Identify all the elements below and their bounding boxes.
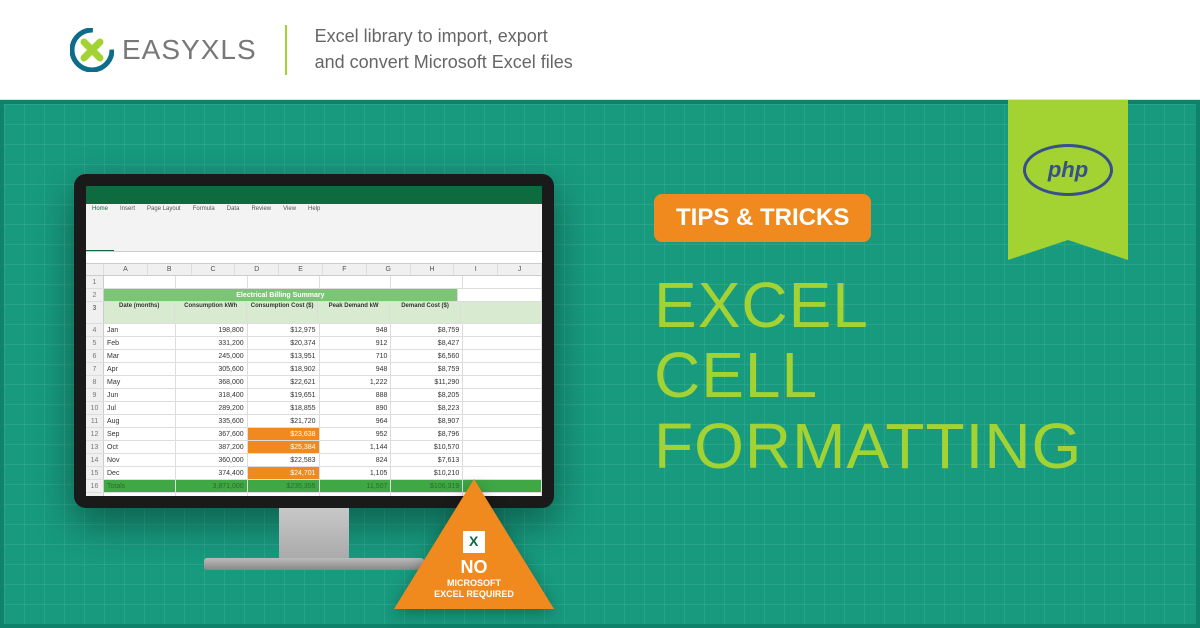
monitor-base — [204, 558, 424, 570]
excel-ribbon: HomeInsertPage LayoutFormulaDataReviewVi… — [86, 204, 542, 252]
badge-l3: EXCEL REQUIRED — [394, 589, 554, 600]
table-row: 9Jun318,400$19,651888$8,205 — [86, 389, 542, 402]
table-row: 5Feb331,200$20,374912$8,427 — [86, 337, 542, 350]
tagline: Excel library to import, export and conv… — [315, 24, 573, 74]
excel-titlebar — [86, 186, 542, 204]
php-logo: php — [1023, 144, 1113, 196]
header-divider — [285, 25, 287, 75]
table-row: 8May368,000$22,6211,222$11,290 — [86, 376, 542, 389]
table-row: 4Jan198,800$12,975948$8,759 — [86, 324, 542, 337]
table-row: 13Oct387,200$25,3841,144$10,570 — [86, 441, 542, 454]
badge-l2: MICROSOFT — [394, 578, 554, 589]
no-excel-badge: NO MICROSOFT EXCEL REQUIRED — [394, 479, 554, 619]
table-row: 1 — [86, 276, 542, 289]
tips-pill: TIPS & TRICKS — [654, 194, 871, 242]
table-row: 14Nov360,000$22,583824$7,613 — [86, 454, 542, 467]
logo-icon — [70, 28, 114, 72]
excel-tab: Data — [221, 204, 246, 251]
table-row: 6Mar245,000$13,951710$6,560 — [86, 350, 542, 363]
excel-screenshot: HomeInsertPage LayoutFormulaDataReviewVi… — [86, 186, 542, 496]
hero-title: EXCEL CELL FORMATTING — [654, 270, 1082, 481]
excel-icon — [463, 531, 485, 553]
table-row: 11Aug335,600$21,720964$8,907 — [86, 415, 542, 428]
excel-tab: Page Layout — [141, 204, 187, 251]
table-row: 12Sep367,600$23,638952$8,796 — [86, 428, 542, 441]
excel-tab: Insert — [114, 204, 141, 251]
excel-col-headers: ABCDEFGHIJ — [86, 264, 542, 276]
monitor-stand — [279, 508, 349, 558]
excel-tab: Home — [86, 204, 114, 251]
header-bar: EASYXLS Excel library to import, export … — [0, 0, 1200, 100]
excel-tab: Review — [245, 204, 277, 251]
table-row: 7Apr305,600$18,902948$8,759 — [86, 363, 542, 376]
excel-formula-bar — [86, 252, 542, 264]
php-text: php — [1048, 157, 1088, 183]
logo-text: EASYXLS — [122, 34, 257, 66]
badge-no: NO — [394, 557, 554, 578]
monitor-frame: HomeInsertPage LayoutFormulaDataReviewVi… — [74, 174, 554, 508]
excel-tab: Help — [302, 204, 326, 251]
excel-sheet: 12Electrical Billing Summary3Date (month… — [86, 276, 542, 496]
excel-tab: Formula — [187, 204, 221, 251]
table-row: 10Jul289,200$18,855890$8,223 — [86, 402, 542, 415]
logo: EASYXLS — [70, 28, 257, 72]
excel-tab: View — [277, 204, 302, 251]
hero-text: TIPS & TRICKS EXCEL CELL FORMATTING — [654, 194, 1082, 481]
hero-section: php TIPS & TRICKS EXCEL CELL FORMATTING … — [0, 100, 1200, 628]
